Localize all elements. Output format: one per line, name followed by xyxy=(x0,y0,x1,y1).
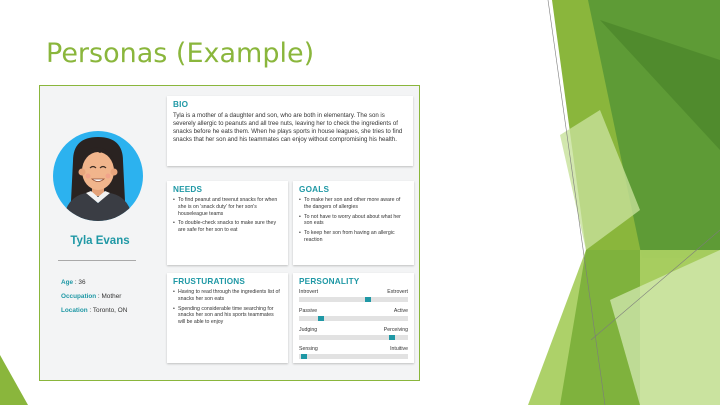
fact-label: Occupation xyxy=(61,293,97,300)
persona-profile: Tyla Evans Age : 36 Occupation : Mother … xyxy=(40,86,160,380)
bio-title: BIO xyxy=(173,100,189,109)
trait-passive-active: Passive Active xyxy=(299,308,408,321)
trait-left-label: Sensing xyxy=(299,346,318,352)
trait-marker xyxy=(388,335,395,340)
trait-right-label: Active xyxy=(393,308,408,314)
needs-panel: NEEDS To find peanut and treenut snacks … xyxy=(167,181,288,265)
fact-value: : Toronto, ON xyxy=(87,307,128,314)
fact-label: Age xyxy=(61,279,74,286)
frustrations-panel: FRUSTURATIONS Having to read through the… xyxy=(167,273,288,363)
list-item: To not have to worry about about what he… xyxy=(299,214,408,228)
list-item: Spending considerable time searching for… xyxy=(173,306,282,326)
goals-title: GOALS xyxy=(299,185,330,194)
trait-right-label: Intuitive xyxy=(390,346,408,352)
fact-age: Age : 36 xyxy=(61,279,127,286)
trait-left-label: Judging xyxy=(299,327,318,333)
persona-facts: Age : 36 Occupation : Mother Location : … xyxy=(61,279,127,321)
trait-introvert-extrovert: Introvert Extrovert xyxy=(299,289,408,302)
trait-track xyxy=(299,297,408,302)
fact-label: Location xyxy=(61,307,88,314)
bio-panel: BIO Tyla is a mother of a daughter and s… xyxy=(167,96,413,166)
slide-title: Personas (Example) xyxy=(46,38,315,69)
needs-list: To find peanut and treenut snacks for wh… xyxy=(173,197,282,234)
trait-track xyxy=(299,316,408,321)
list-item: To double-check snacks to make sure they… xyxy=(173,220,282,234)
persona-name: Tyla Evans xyxy=(70,235,130,247)
needs-title: NEEDS xyxy=(173,185,203,194)
trait-sensing-intuitive: Sensing Intuitive xyxy=(299,346,408,359)
trait-left-label: Passive xyxy=(299,308,318,314)
bio-text: Tyla is a mother of a daughter and son, … xyxy=(173,112,403,143)
persona-avatar xyxy=(53,131,143,221)
trait-right-label: Extrovert xyxy=(387,289,408,295)
trait-right-label: Perceiving xyxy=(383,327,408,333)
fact-location: Location : Toronto, ON xyxy=(61,307,127,314)
fact-value: : 36 xyxy=(73,279,86,286)
personality-panel: PERSONALITY Introvert Extrovert Passive Ac… xyxy=(293,273,414,363)
trait-track xyxy=(299,335,408,340)
list-item: Having to read through the ingredients l… xyxy=(173,289,282,303)
fact-occupation: Occupation : Mother xyxy=(61,293,127,300)
list-item: To make her son and other more aware of … xyxy=(299,197,408,211)
goals-panel: GOALS To make her son and other more awa… xyxy=(293,181,414,265)
trait-track xyxy=(299,354,408,359)
trait-left-label: Introvert xyxy=(299,289,319,295)
frustrations-title: FRUSTURATIONS xyxy=(173,277,246,286)
trait-marker xyxy=(364,297,371,302)
frustrations-list: Having to read through the ingredients l… xyxy=(173,289,282,326)
list-item: To keep her son from having an allergic … xyxy=(299,230,408,244)
trait-judging-perceiving: Judging Perceiving xyxy=(299,327,408,340)
trait-marker xyxy=(317,316,324,321)
trait-marker xyxy=(301,354,308,359)
persona-card: Tyla Evans Age : 36 Occupation : Mother … xyxy=(39,85,420,381)
list-item: To find peanut and treenut snacks for wh… xyxy=(173,197,282,217)
fact-value: : Mother xyxy=(96,293,122,300)
name-divider xyxy=(58,260,136,261)
personality-title: PERSONALITY xyxy=(299,277,360,286)
goals-list: To make her son and other more aware of … xyxy=(299,197,408,244)
